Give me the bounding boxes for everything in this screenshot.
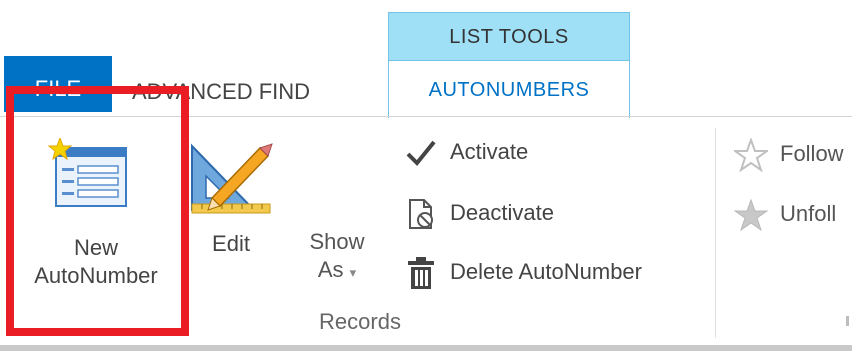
show-as-line2: As ▾ xyxy=(317,257,357,282)
edit-label: Edit xyxy=(212,231,250,256)
chevron-down-icon: ▾ xyxy=(349,265,357,280)
follow-label: Follow xyxy=(780,141,844,166)
star-outline-icon xyxy=(734,138,768,172)
activate-button[interactable]: Activate xyxy=(404,132,604,172)
group-divider xyxy=(715,128,716,338)
activate-label: Activate xyxy=(450,139,529,164)
ribbon-bottom-border xyxy=(0,345,852,351)
edit-ruler-pencil-icon xyxy=(191,143,273,214)
checkmark-icon xyxy=(406,140,436,166)
new-form-icon xyxy=(48,138,127,207)
star-filled-icon xyxy=(734,198,768,232)
deactivate-icon xyxy=(409,199,433,229)
unfollow-label: Unfoll xyxy=(780,201,837,226)
list-tools-group-header: LIST TOOLS xyxy=(388,12,630,60)
follow-button[interactable]: Follow xyxy=(734,134,852,174)
unfollow-button[interactable]: Unfoll xyxy=(734,194,852,234)
new-autonumber-button[interactable]: New AutoNumber xyxy=(8,130,184,320)
file-tab[interactable]: FILE xyxy=(4,56,112,112)
show-as-dropdown[interactable]: Show As ▾ xyxy=(296,228,378,288)
deactivate-button[interactable]: Deactivate xyxy=(404,193,604,233)
records-group-label: Records xyxy=(319,309,401,334)
ribbon-top-border xyxy=(0,116,852,117)
edit-button[interactable]: Edit xyxy=(186,130,276,300)
delete-autonumber-button[interactable]: Delete AutoNumber xyxy=(404,252,704,292)
new-autonumber-label: New AutoNumber xyxy=(34,235,158,288)
deactivate-label: Deactivate xyxy=(450,200,554,225)
trash-icon xyxy=(408,257,434,289)
tab-advanced-find[interactable]: ADVANCED FIND xyxy=(132,70,310,114)
ribbon-group-edge-mark xyxy=(846,316,849,326)
show-as-line1: Show xyxy=(309,229,365,254)
tab-autonumbers[interactable]: AUTONUMBERS xyxy=(388,60,630,118)
delete-autonumber-label: Delete AutoNumber xyxy=(450,259,642,284)
